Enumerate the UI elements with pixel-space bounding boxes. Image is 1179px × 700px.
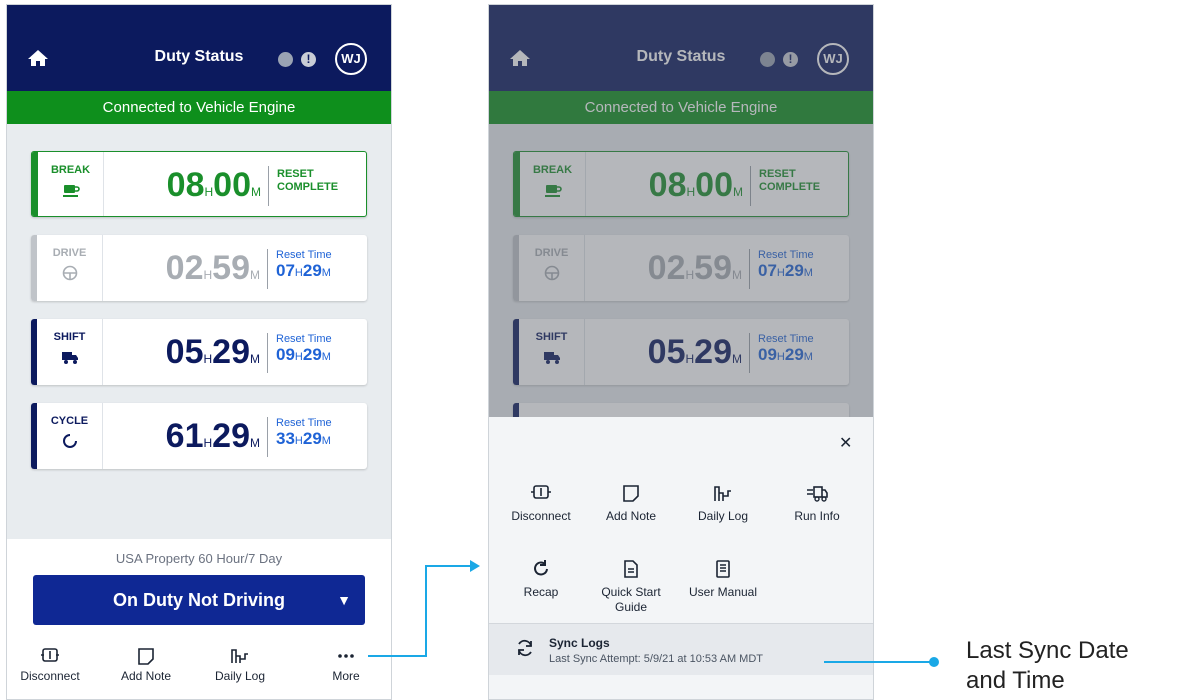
disconnect-icon <box>531 485 551 499</box>
ruleset-label: USA Property 60 Hour/7 Day <box>115 551 283 566</box>
clock-value: 02H59M <box>165 249 260 287</box>
daily-log-icon <box>231 649 248 663</box>
avatar[interactable]: WJ <box>335 43 367 75</box>
reset-time: Reset Time 07H29M <box>267 249 363 289</box>
sync-title: Sync Logs <box>549 636 610 650</box>
close-icon[interactable]: ✕ <box>839 433 852 453</box>
bottom-panel: USA Property 60 Hour/7 Day On Duty Not D… <box>7 539 391 699</box>
shift-clock-card[interactable]: SHIFT 05H29M Reset Time 09H29M <box>31 319 367 385</box>
sync-icon <box>518 639 532 657</box>
reset-time: Reset Time 09H29M <box>267 333 363 373</box>
status-column: CYCLE <box>37 403 103 469</box>
break-clock-card[interactable]: BREAK 08H00M RESET COMPLETE <box>31 151 367 217</box>
daily-log-button[interactable]: Daily Log <box>197 641 283 683</box>
modal-backdrop[interactable] <box>489 5 873 417</box>
more-icon <box>338 654 354 658</box>
run-info-icon <box>807 486 828 502</box>
disconnect-icon <box>41 648 59 662</box>
cycle-icon <box>62 434 77 448</box>
page-title: Duty Status <box>154 48 244 65</box>
app-header: Duty Status WJ <box>7 5 391 91</box>
menu-recap[interactable]: Recap <box>499 559 583 600</box>
more-menu-screen: Duty Status WJ Connected to Vehicle Engi… <box>488 4 874 700</box>
status-column: BREAK <box>38 152 104 216</box>
steering-wheel-icon <box>62 265 77 281</box>
menu-daily-log[interactable]: Daily Log <box>681 483 765 524</box>
clock-value: 05H29M <box>165 333 260 371</box>
cycle-clock-card[interactable]: CYCLE 61H29M Reset Time 33H29M <box>31 403 367 469</box>
status-label: DRIVE <box>52 247 87 259</box>
chevron-down-icon: ▼ <box>337 592 351 608</box>
arrowhead <box>470 560 480 572</box>
refresh-icon <box>534 560 548 576</box>
menu-disconnect[interactable]: Disconnect <box>499 483 583 524</box>
status-label: SHIFT <box>53 331 86 343</box>
document-icon <box>624 560 638 578</box>
note-icon <box>623 485 639 502</box>
duty-status-screen: Duty Status WJ Connected to Vehicle Engi… <box>6 4 392 700</box>
menu-run-info[interactable]: Run Info <box>775 483 859 524</box>
menu-add-note[interactable]: Add Note <box>589 483 673 524</box>
coffee-icon <box>62 185 80 197</box>
add-note-button[interactable]: Add Note <box>103 641 189 683</box>
sync-logs-button[interactable]: Sync Logs Last Sync Attempt: 5/9/21 at 1… <box>489 623 873 675</box>
bottom-nav: Disconnect Add Note Daily Log More <box>7 641 391 699</box>
duty-status-label: On Duty Not Driving <box>113 590 285 610</box>
status-label: CYCLE <box>50 415 89 427</box>
last-sync-timestamp: Last Sync Attempt: 5/9/21 at 10:53 AM MD… <box>549 653 763 665</box>
more-menu-sheet: ✕ Disconnect Add Note Daily Log Run Info… <box>489 417 873 699</box>
globe-icon[interactable] <box>278 52 293 67</box>
duty-status-dropdown[interactable]: On Duty Not Driving ▼ <box>33 575 365 625</box>
truck-icon <box>61 352 78 364</box>
clock-value: 08H00M <box>166 166 261 204</box>
connection-banner: Connected to Vehicle Engine <box>7 91 391 124</box>
disconnect-button[interactable]: Disconnect <box>7 641 93 683</box>
clock-value: 61H29M <box>165 417 260 455</box>
alert-icon[interactable] <box>301 52 316 67</box>
menu-quick-start-guide[interactable]: Quick Start Guide <box>589 559 673 615</box>
status-column: DRIVE <box>37 235 103 301</box>
daily-log-icon <box>714 486 731 501</box>
menu-user-manual[interactable]: User Manual <box>681 559 765 600</box>
status-label: BREAK <box>50 164 91 176</box>
note-icon <box>138 648 154 665</box>
drive-clock-card[interactable]: DRIVE 02H59M Reset Time 07H29M <box>31 235 367 301</box>
status-column: SHIFT <box>37 319 103 385</box>
reset-time: Reset Time 33H29M <box>267 417 363 457</box>
sync-annotation: Last Sync Date and Time <box>966 637 1129 694</box>
more-button[interactable]: More <box>303 641 389 683</box>
manual-icon <box>716 560 730 578</box>
annotation-dot <box>929 657 939 667</box>
reset-status: RESET COMPLETE <box>268 166 364 206</box>
